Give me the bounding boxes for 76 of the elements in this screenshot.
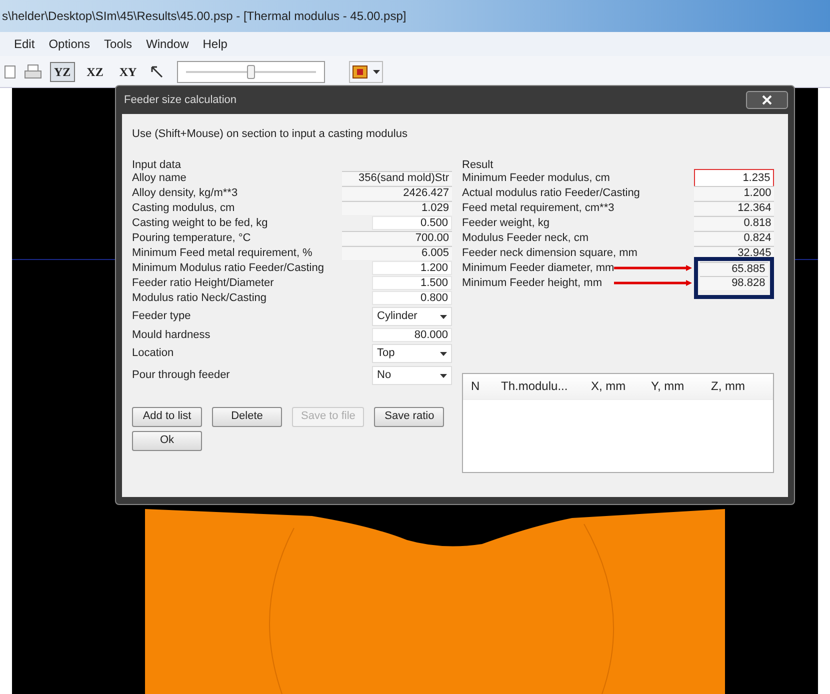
result-label: Minimum Feeder height, mm — [462, 276, 603, 291]
view-button[interactable]: YZ — [50, 62, 75, 82]
document-icon[interactable] — [4, 64, 16, 78]
slider-thumb[interactable] — [246, 64, 255, 78]
field-label: Alloy name — [132, 170, 186, 186]
result-value: 98.828 — [700, 276, 768, 290]
view-button[interactable]: XY — [115, 62, 141, 82]
close-icon — [762, 95, 772, 105]
readonly-field: 356(sand mold)Str — [342, 171, 452, 185]
field-label: Minimum Feed metal requirement, % — [132, 246, 312, 261]
field-label: Feeder type — [132, 309, 191, 324]
dialog-button[interactable]: Ok — [132, 430, 202, 450]
window-title: s\helder\Desktop\SIm\45\Results\45.00.psp - [Thermal modulus - 45.00.psp] — [0, 0, 830, 32]
dropdown[interactable]: Cylinder — [372, 307, 452, 326]
result-label: Feeder weight, kg — [462, 216, 550, 231]
dialog-button[interactable]: Delete — [212, 406, 282, 426]
field-label: Location — [132, 346, 174, 362]
readonly-field: 6.005 — [342, 246, 452, 260]
view-button[interactable]: XZ — [82, 62, 108, 82]
hint-text: Use (Shift+Mouse) on section to input a casting modulus — [132, 127, 408, 142]
menu-item[interactable]: Tools — [104, 35, 132, 53]
result-label: Minimum Feeder diameter, mm — [462, 260, 614, 276]
result-label: Feed metal requirement, cm**3 — [462, 200, 616, 216]
column-header[interactable]: Th.modulu... — [493, 377, 583, 395]
palette-button[interactable] — [348, 60, 383, 82]
column-header[interactable]: Y, mm — [643, 377, 703, 395]
readonly-field: 700.00 — [342, 231, 452, 245]
result-value: 0.818 — [694, 216, 774, 230]
caret-icon — [440, 374, 447, 378]
result-label: Modulus Feeder neck, cm — [462, 230, 590, 246]
group-title: Result — [462, 158, 494, 170]
field-label: Pour through feeder — [132, 368, 230, 384]
field-label: Feeder ratio Height/Diameter — [132, 276, 274, 291]
close-button[interactable] — [746, 91, 788, 109]
input-field[interactable]: 0.500 — [372, 216, 452, 230]
group-title: Input data — [132, 158, 182, 170]
dialog-title: Feeder size calculation — [123, 92, 237, 108]
result-value: 0.824 — [694, 231, 774, 245]
readonly-field: 1.029 — [342, 201, 452, 215]
field-label: Minimum Modulus ratio Feeder/Casting — [132, 260, 324, 276]
column-header[interactable]: Z, mm — [703, 377, 763, 395]
field-label: Casting modulus, cm — [132, 200, 235, 216]
column-header[interactable]: X, mm — [583, 377, 643, 395]
readonly-field: 2426.427 — [342, 186, 452, 200]
dialog-button[interactable]: Save ratio — [374, 406, 444, 426]
field-label: Mould hardness — [132, 328, 210, 343]
result-value: 65.885 — [700, 262, 768, 276]
printer-icon[interactable] — [24, 64, 42, 80]
menu-item[interactable]: Help — [202, 35, 228, 53]
result-label: Actual modulus ratio Feeder/Casting — [462, 186, 641, 201]
caret-icon — [372, 70, 380, 74]
field-label: Casting weight to be fed, kg — [132, 216, 268, 231]
input-field[interactable]: 1.500 — [372, 276, 452, 290]
column-header[interactable]: N — [463, 377, 493, 395]
palette-icon — [352, 64, 370, 80]
pointer-icon[interactable] — [148, 64, 165, 80]
result-label: Minimum Feeder modulus, cm — [462, 170, 611, 186]
menu-item[interactable]: Window — [146, 35, 189, 53]
dialog-button[interactable]: Add to list — [132, 406, 202, 426]
slider-track[interactable] — [176, 60, 325, 82]
input-field[interactable]: 1.200 — [372, 261, 452, 275]
field-label: Pouring temperature, °C — [132, 230, 251, 246]
caret-icon — [440, 314, 447, 318]
input-field[interactable]: 0.800 — [372, 291, 452, 305]
menu-item[interactable]: Edit — [14, 35, 35, 53]
menu-item[interactable]: Options — [48, 35, 90, 53]
field-label: Modulus ratio Neck/Casting — [132, 290, 267, 306]
dropdown[interactable]: No — [372, 366, 452, 385]
caret-icon — [440, 352, 447, 356]
result-label: Feeder neck dimension square, mm — [462, 246, 638, 261]
field-label: Alloy density, kg/m**3 — [132, 186, 238, 201]
result-value: 1.235 — [694, 169, 774, 187]
result-value: 12.364 — [694, 201, 774, 215]
dropdown[interactable]: Top — [372, 344, 452, 363]
result-value: 1.200 — [694, 186, 774, 200]
input-field[interactable]: 80.000 — [372, 328, 452, 342]
